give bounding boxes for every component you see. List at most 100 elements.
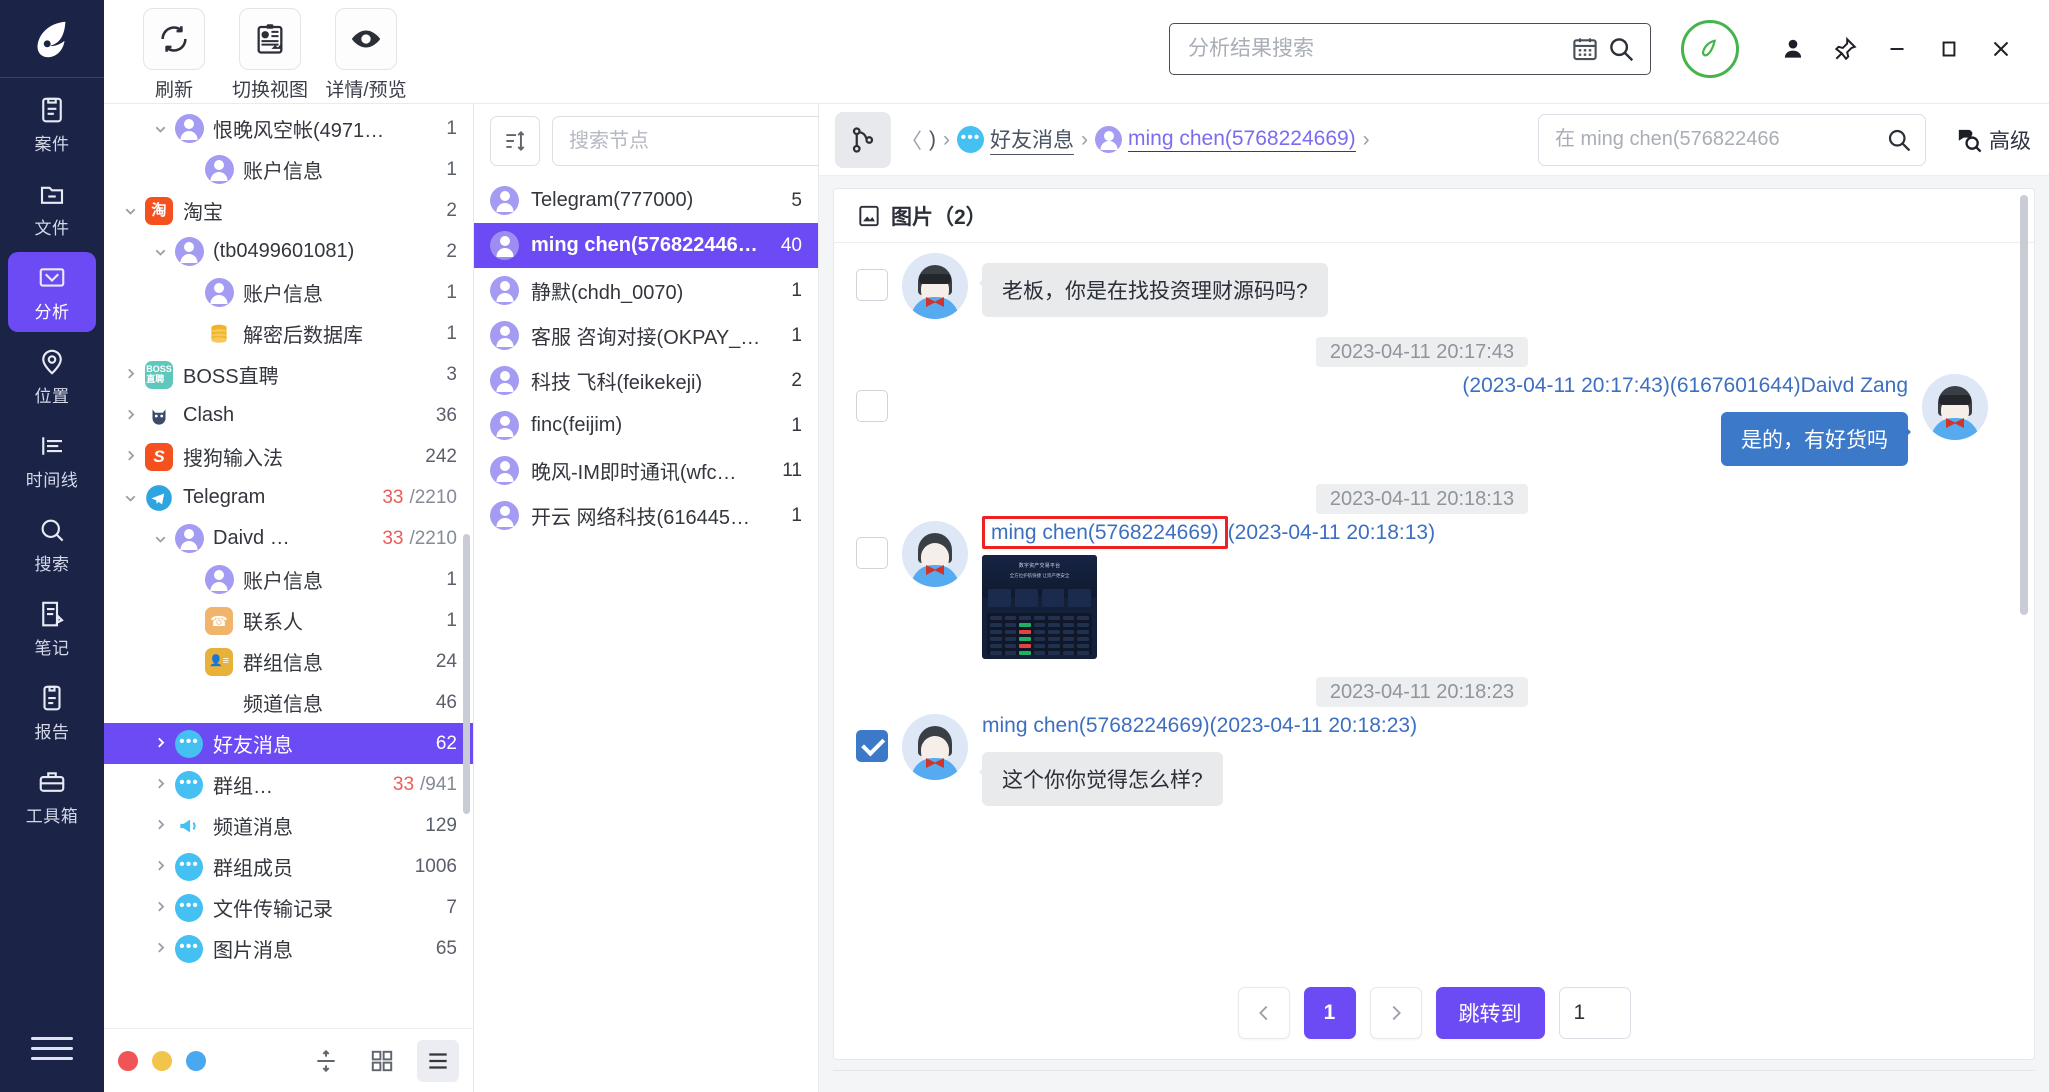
chevron-right-icon[interactable] <box>116 448 144 465</box>
refresh-button[interactable]: 刷新 <box>126 8 222 102</box>
calendar-icon[interactable] <box>1570 34 1600 64</box>
sidebar-item-cases[interactable]: 案件 <box>8 84 96 164</box>
switch-view-button[interactable]: 切换视图 <box>222 8 318 102</box>
message-bubble[interactable]: 老板，你是在找投资理财源码吗? <box>979 263 1328 317</box>
user-button[interactable] <box>1767 26 1819 72</box>
tree-row[interactable]: ••• 群组… 33/941 <box>104 764 473 805</box>
chevron-down-icon[interactable] <box>116 202 144 219</box>
message-bubble[interactable]: 这个你你觉得怎么样? <box>979 752 1223 806</box>
tree-row[interactable]: Clash 36 <box>104 395 473 436</box>
tree-row[interactable]: 频道信息 46 <box>104 682 473 723</box>
tree-scrollbar[interactable] <box>463 534 470 814</box>
tree-row[interactable]: BOSS 直聘 BOSS直聘 3 <box>104 354 473 395</box>
tree-row[interactable]: 👤≡ 群组信息 24 <box>104 641 473 682</box>
collapse-rows-button[interactable] <box>305 1040 347 1082</box>
jump-to-input[interactable] <box>1558 987 1631 1039</box>
breadcrumb-item-friend-messages[interactable]: ••• 好友消息 <box>957 124 1074 155</box>
tree-row[interactable]: 解密后数据库 1 <box>104 313 473 354</box>
chevron-right-icon[interactable] <box>116 366 144 383</box>
tree-row[interactable]: ••• 文件传输记录 7 <box>104 887 473 928</box>
tree-row[interactable]: ••• 图片消息 65 <box>104 928 473 969</box>
chevron-down-icon[interactable] <box>146 530 174 547</box>
sidebar-item-toolbox[interactable]: 工具箱 <box>8 756 96 836</box>
chevron-down-icon[interactable] <box>146 120 174 137</box>
list-item[interactable]: ming chen(576822446… 40 <box>474 223 818 268</box>
tree-row[interactable]: 恨晚风空帐(4971… 1 <box>104 108 473 149</box>
tree-row[interactable]: ••• 好友消息 62 <box>104 723 473 764</box>
jump-to-button[interactable]: 跳转到 <box>1435 987 1545 1039</box>
pagination-page-1[interactable]: 1 <box>1303 987 1356 1039</box>
pagination-next[interactable] <box>1369 987 1422 1039</box>
search-icon[interactable] <box>1885 126 1913 154</box>
hamburger-menu-icon[interactable] <box>31 1030 73 1067</box>
message-checkbox[interactable] <box>856 390 888 422</box>
list-item[interactable]: 开云 网络科技(616445… 1 <box>474 493 818 538</box>
status-dot-blue[interactable] <box>186 1050 206 1071</box>
breadcrumb-back-icon[interactable]: 〈 <box>901 125 922 155</box>
sidebar-item-timeline[interactable]: 时间线 <box>8 420 96 500</box>
tree-list[interactable]: 恨晚风空帐(4971… 1 账户信息 1 淘淘宝 2 (tb0499601081) 2 账户信息… <box>104 104 473 1028</box>
list-item[interactable]: 静默(chdh_0070) 1 <box>474 268 818 313</box>
message-checkbox[interactable] <box>856 730 888 762</box>
chevron-right-icon[interactable] <box>146 817 174 834</box>
detail-preview-button[interactable]: 详情/预览 <box>318 8 414 102</box>
analysis-search-input[interactable] <box>1188 37 1564 61</box>
list-item[interactable]: 科技 飞科(feikekeji) 2 <box>474 358 818 403</box>
list-item[interactable]: 客服 咨询对接(OKPAY_… 1 <box>474 313 818 358</box>
detail-search[interactable] <box>1538 113 1926 166</box>
message-bubble[interactable]: 是的，有好货吗 <box>1721 412 1911 466</box>
message-checkbox[interactable] <box>856 269 888 301</box>
status-dot-yellow[interactable] <box>152 1050 172 1071</box>
node-list[interactable]: Telegram(777000) 5 ming chen(576822446… 40 静… <box>474 178 818 1092</box>
tree-row[interactable]: 频道消息 129 <box>104 805 473 846</box>
maximize-button[interactable] <box>1923 26 1975 72</box>
tree-row[interactable]: 账户信息 1 <box>104 559 473 600</box>
advanced-search-button[interactable]: 高级 <box>1954 125 2031 155</box>
list-item[interactable]: 晚风-IM即时通讯(wfc… 11 <box>474 448 818 493</box>
chat-scrollbar[interactable] <box>2020 195 2028 615</box>
chevron-down-icon[interactable] <box>146 243 174 260</box>
close-button[interactable] <box>1975 26 2027 72</box>
sort-button[interactable] <box>490 116 540 166</box>
sidebar-item-location[interactable]: 位置 <box>8 336 96 416</box>
graph-view-button[interactable] <box>835 111 891 168</box>
message-checkbox[interactable] <box>856 537 888 569</box>
tree-row[interactable]: 账户信息 1 <box>104 149 473 190</box>
detail-search-input[interactable] <box>1555 128 1885 151</box>
status-dot-red[interactable] <box>118 1050 138 1071</box>
minimize-button[interactable] <box>1871 26 1923 72</box>
chevron-right-icon[interactable] <box>146 735 174 752</box>
chevron-right-icon[interactable] <box>116 407 144 424</box>
list-item[interactable]: finc(feijim) 1 <box>474 403 818 448</box>
tree-row[interactable]: 淘淘宝 2 <box>104 190 473 231</box>
sidebar-item-search[interactable]: 搜索 <box>8 504 96 584</box>
chevron-down-icon[interactable] <box>116 489 144 506</box>
analysis-search[interactable] <box>1169 23 1651 75</box>
tree-row[interactable]: (tb0499601081) 2 <box>104 231 473 272</box>
tree-row[interactable]: ☎ 联系人 1 <box>104 600 473 641</box>
tree-row[interactable]: Telegram 33/2210 <box>104 477 473 518</box>
list-item[interactable]: Telegram(777000) 5 <box>474 178 818 223</box>
pin-button[interactable] <box>1819 26 1871 72</box>
grid-view-button[interactable] <box>361 1040 403 1082</box>
tree-row[interactable]: ••• 群组成员 1006 <box>104 846 473 887</box>
location-status-badge[interactable] <box>1681 20 1739 78</box>
node-search-input[interactable] <box>569 129 834 153</box>
list-view-button[interactable] <box>417 1039 459 1082</box>
chevron-right-icon[interactable] <box>146 940 174 957</box>
message-image-thumbnail[interactable]: 数字资产交易平台 全方位护航快捷 让资产更安全 <box>982 555 1097 659</box>
tree-row[interactable]: S 搜狗输入法 242 <box>104 436 473 477</box>
breadcrumb-item-contact[interactable]: ming chen(5768224669) <box>1095 126 1356 153</box>
sidebar-item-notes[interactable]: 笔记 <box>8 588 96 668</box>
sidebar-item-analysis[interactable]: 分析 <box>8 252 96 332</box>
tree-row[interactable]: Daivd … 33/2210 <box>104 518 473 559</box>
sidebar-item-files[interactable]: 文件 <box>8 168 96 248</box>
chevron-right-icon[interactable] <box>146 776 174 793</box>
search-icon[interactable] <box>1606 34 1636 64</box>
message-list[interactable]: 老板，你是在找投资理财源码吗? 2023-04-11 20:17:43 (2023-… <box>834 243 2034 971</box>
tree-row[interactable]: 账户信息 1 <box>104 272 473 313</box>
pagination-prev[interactable] <box>1237 987 1290 1039</box>
chevron-right-icon[interactable] <box>146 858 174 875</box>
sidebar-item-reports[interactable]: 报告 <box>8 672 96 752</box>
chevron-right-icon[interactable] <box>146 899 174 916</box>
